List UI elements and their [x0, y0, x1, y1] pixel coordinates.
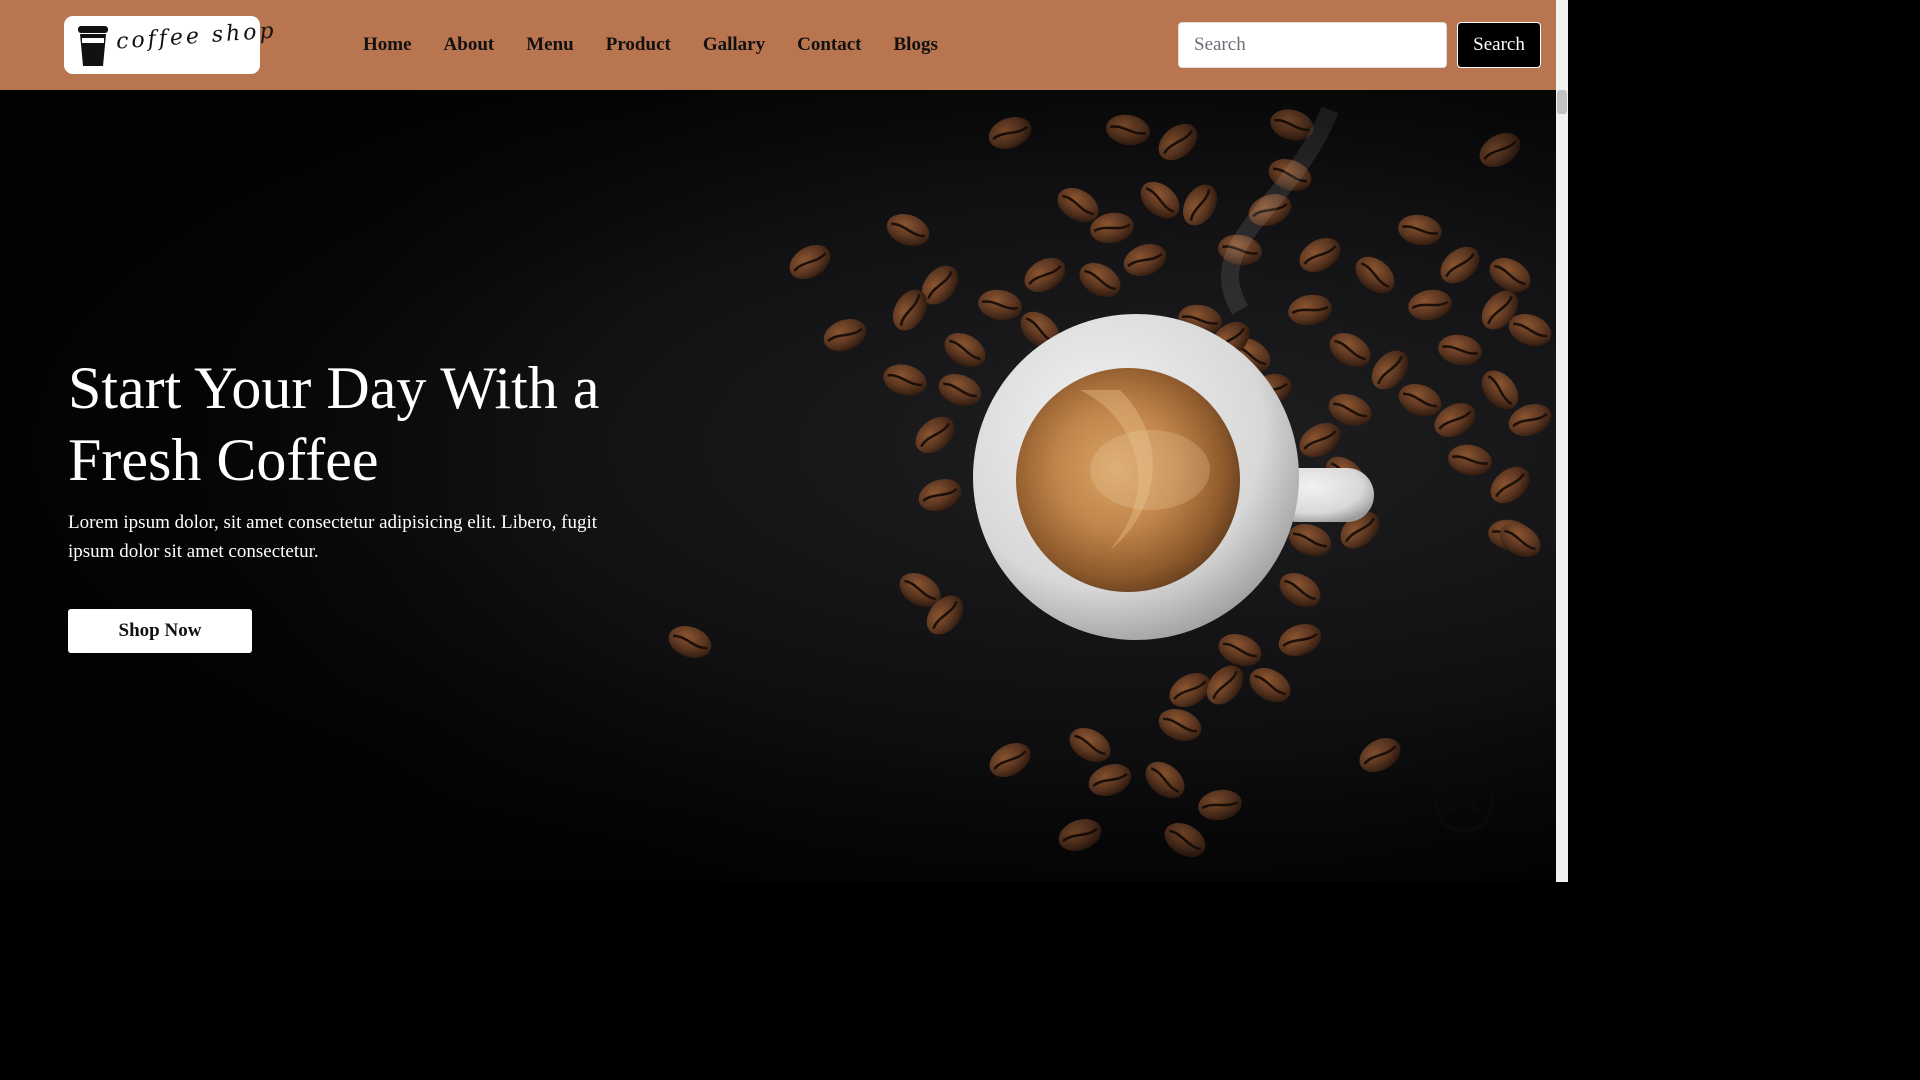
page-scrollbar[interactable] — [1556, 0, 1568, 882]
hero-title: Start Your Day With a Fresh Coffee — [68, 355, 600, 493]
chevron-up-icon — [1449, 794, 1479, 812]
scroll-to-top-button[interactable] — [1434, 773, 1494, 833]
nav-about[interactable]: About — [428, 34, 511, 56]
nav-menu[interactable]: Menu — [510, 34, 590, 56]
logo-text: coffee shop — [115, 18, 278, 55]
scrollbar-thumb[interactable] — [1557, 90, 1567, 114]
nav-blogs[interactable]: Blogs — [878, 34, 954, 56]
hero-text: Lorem ipsum dolor, sit amet consectetur … — [68, 512, 598, 562]
search-input[interactable] — [1178, 22, 1447, 68]
nav-home[interactable]: Home — [347, 34, 428, 56]
nav-contact[interactable]: Contact — [781, 34, 877, 56]
nav-gallary[interactable]: Gallary — [687, 34, 781, 56]
site-logo[interactable]: coffee shop — [64, 16, 277, 74]
coffee-cup-icon — [78, 26, 108, 66]
nav-product[interactable]: Product — [590, 34, 687, 56]
hero-section: Start Your Day With a Fresh Coffee Lorem… — [0, 90, 1556, 882]
main-nav: Home About Menu Product Gallary Contact … — [347, 0, 954, 90]
search-button[interactable]: Search — [1457, 22, 1541, 68]
navbar: coffee shop Home About Menu Product Gall… — [0, 0, 1568, 90]
shop-now-button[interactable]: Shop Now — [68, 609, 252, 653]
